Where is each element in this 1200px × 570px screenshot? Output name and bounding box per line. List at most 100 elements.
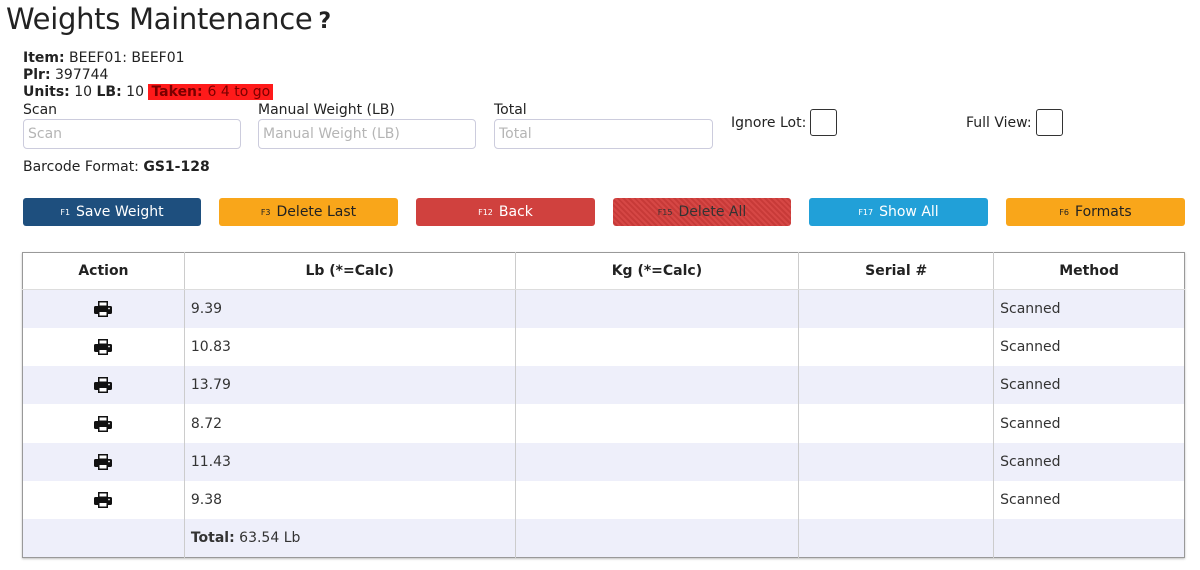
units-label: Units: (23, 84, 70, 100)
delete-all-key: F15 (657, 207, 673, 217)
print-icon[interactable] (93, 415, 113, 433)
cell-lb: 9.39 (183, 289, 516, 328)
cell-kg (514, 327, 799, 367)
table-row: 9.39 Scanned (22, 289, 1185, 328)
cell-action (22, 289, 185, 328)
table-total-row: Total: 63.54 Lb (22, 519, 1185, 558)
cell-serial (798, 289, 994, 328)
total-label: Total: (190, 530, 235, 547)
scan-label: Scan (23, 102, 58, 118)
item-label: Item: (23, 50, 65, 66)
ignore-lot-label: Ignore Lot: (731, 114, 807, 131)
item-line: Item: BEEF01: BEEF01 (23, 50, 273, 67)
full-view-label: Full View: (966, 114, 1032, 131)
cell-lb: 10.83 (183, 327, 516, 367)
full-view-checkbox[interactable] (1035, 109, 1063, 136)
cell-method: Scanned (993, 289, 1185, 328)
cell-action (22, 327, 185, 367)
delete-last-button[interactable]: F3 Delete Last (219, 198, 398, 226)
cell-lb: 13.79 (183, 366, 516, 405)
cell-kg (514, 289, 799, 328)
page-title: Weights Maintenance? (6, 2, 331, 36)
formats-key: F6 (1059, 207, 1070, 217)
total-cell-lb: Total: 63.54 Lb (183, 519, 516, 558)
print-icon[interactable] (93, 300, 113, 318)
cell-serial (798, 327, 994, 367)
cell-action (22, 480, 185, 520)
cell-serial (798, 366, 994, 405)
cell-action (22, 442, 185, 481)
table-row: 9.38 Scanned (22, 480, 1185, 520)
item-value: BEEF01: BEEF01 (69, 50, 185, 66)
manual-weight-input[interactable] (258, 119, 476, 149)
plr-line: Plr: 397744 (23, 67, 273, 84)
table-body: 9.39 Scanned 10.83 Scanned 13.79 Scanned 8.72 S… (22, 289, 1185, 558)
item-info: Item: BEEF01: BEEF01 Plr: 397744 Units: … (23, 50, 274, 101)
header-lb: Lb (*=Calc) (183, 252, 516, 290)
help-icon[interactable]: ? (318, 9, 331, 34)
lb-value: 10 (126, 84, 144, 100)
save-weight-key: F1 (60, 207, 71, 217)
table-row: 13.79 Scanned (22, 366, 1185, 405)
ignore-lot-checkbox[interactable] (810, 109, 838, 136)
show-all-key: F17 (858, 207, 874, 217)
cell-kg (514, 480, 799, 520)
total-value: 63.54 Lb (239, 530, 301, 547)
header-serial: Serial # (798, 252, 994, 290)
cell-action (22, 404, 185, 443)
scan-field: Scan (23, 102, 241, 149)
cell-method: Scanned (993, 327, 1185, 367)
save-weight-label: Save Weight (76, 204, 164, 220)
cell-method: Scanned (993, 404, 1185, 443)
cell-kg (514, 442, 799, 481)
full-view-toggle: Full View: (966, 109, 1063, 136)
print-icon[interactable] (93, 376, 113, 394)
units-value: 10 (74, 84, 93, 100)
total-label: Total (494, 102, 527, 118)
cell-method: Scanned (993, 480, 1185, 520)
total-cell-serial (798, 519, 994, 558)
cell-lb: 9.38 (183, 480, 516, 520)
cell-lb: 11.43 (183, 442, 516, 481)
cell-method: Scanned (993, 366, 1185, 405)
total-input[interactable] (494, 119, 713, 149)
weights-table: Action Lb (*=Calc) Kg (*=Calc) Serial # … (22, 252, 1185, 559)
header-action: Action (22, 252, 185, 290)
scan-input[interactable] (23, 119, 241, 149)
print-icon[interactable] (93, 338, 113, 356)
print-icon[interactable] (93, 491, 113, 509)
cell-method: Scanned (993, 442, 1185, 481)
cell-serial (798, 404, 994, 443)
formats-button[interactable]: F6 Formats (1006, 198, 1185, 226)
total-cell-action (22, 519, 185, 558)
manual-weight-field: Manual Weight (LB) (258, 102, 476, 149)
cell-kg (514, 366, 799, 405)
back-label: Back (498, 204, 533, 220)
delete-all-button[interactable]: F15 Delete All (613, 198, 791, 226)
back-key: F12 (478, 207, 493, 217)
cell-kg (514, 404, 799, 443)
header-kg: Kg (*=Calc) (514, 252, 799, 290)
taken-label: Taken: (151, 84, 203, 100)
delete-last-label: Delete Last (276, 204, 357, 220)
print-icon[interactable] (93, 453, 113, 471)
table-row: 11.43 Scanned (22, 442, 1185, 481)
plr-value: 397744 (55, 67, 109, 83)
total-field: Total (494, 102, 713, 149)
save-weight-button[interactable]: F1 Save Weight (23, 198, 201, 226)
show-all-button[interactable]: F17 Show All (809, 198, 988, 226)
back-button[interactable]: F12 Back (416, 198, 595, 226)
lb-label: LB: (96, 84, 122, 100)
table-row: 10.83 Scanned (22, 327, 1185, 367)
page-title-text: Weights Maintenance (6, 2, 313, 36)
plr-label: Plr: (23, 67, 51, 83)
barcode-format-value: GS1-128 (143, 159, 210, 175)
delete-last-key: F3 (260, 207, 271, 217)
cell-serial (798, 480, 994, 520)
header-method: Method (993, 252, 1185, 290)
cell-serial (798, 442, 994, 481)
show-all-label: Show All (879, 204, 939, 220)
total-cell-method (993, 519, 1185, 558)
taken-value: 6 4 to go (207, 84, 271, 100)
delete-all-label: Delete All (678, 204, 747, 220)
